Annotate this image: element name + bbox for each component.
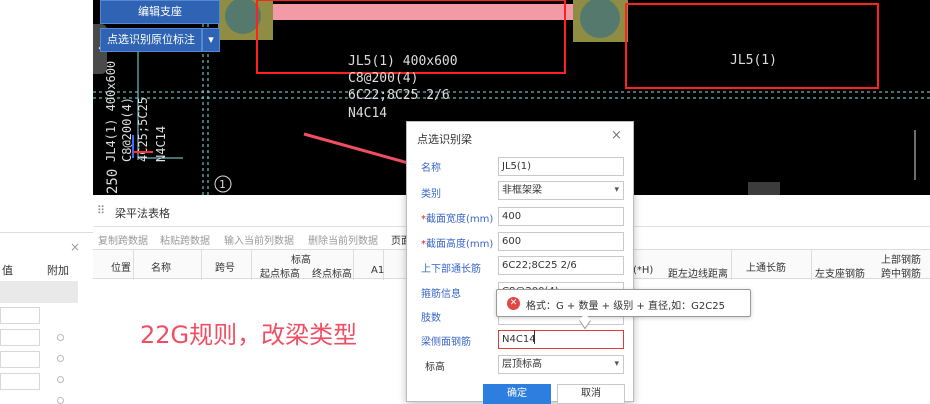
beam-label: JL5(1): [730, 53, 777, 68]
text-cursor: [534, 330, 535, 344]
section-width-input[interactable]: 400: [498, 207, 624, 226]
column-header-value: 值: [2, 264, 13, 277]
panel-title: 梁平法表格: [115, 207, 170, 220]
side-bars-label: N4C14: [348, 106, 387, 121]
col-name: 名称: [151, 263, 171, 274]
stirrup-label-vertical: C8@200(4): [120, 97, 134, 162]
cancel-button[interactable]: 取消: [557, 384, 625, 404]
input-column-button[interactable]: 输入当前列数据: [224, 232, 294, 247]
property-value-input[interactable]: [0, 373, 40, 390]
side-bars-input[interactable]: N4C14: [498, 330, 624, 349]
left-property-panel: × 值 附加: [0, 0, 93, 404]
selected-row[interactable]: [0, 281, 78, 303]
field-label-name: 名称: [421, 163, 441, 174]
paste-span-button[interactable]: 粘贴跨数据: [160, 232, 210, 247]
extra-checkbox[interactable]: [57, 376, 64, 383]
close-icon[interactable]: ×: [611, 128, 622, 143]
col-a1: A1: [371, 265, 385, 276]
col-start-elevation: 起点标高: [260, 269, 300, 280]
close-icon[interactable]: ×: [70, 240, 80, 254]
extra-checkbox[interactable]: [57, 334, 64, 341]
field-label-width: *截面宽度(mm): [421, 214, 494, 225]
col-left-edge-distance: 距左边线距离: [668, 269, 728, 280]
property-value-input[interactable]: [0, 307, 40, 324]
chevron-down-icon[interactable]: ▾: [202, 28, 220, 52]
top-bars-label: 6C22;8C25 2/6: [348, 88, 450, 103]
elevation-select[interactable]: 层顶标高: [498, 355, 624, 374]
property-value-input[interactable]: [0, 329, 40, 346]
col-position: 位置: [111, 263, 131, 274]
property-value-input[interactable]: [0, 351, 40, 368]
side-bars-label-vertical: N4C14: [154, 126, 168, 162]
field-label-stirrup: 箍筋信息: [421, 289, 461, 300]
col-mid-span-rebar: 跨中钢筋: [881, 269, 921, 280]
category-select[interactable]: 非框架梁: [498, 181, 624, 200]
dialog-title: 点选识别梁: [417, 133, 472, 146]
field-label-elevation: 标高: [425, 362, 445, 373]
field-label-height: *截面高度(mm): [421, 239, 494, 250]
copy-span-button[interactable]: 复制跨数据: [98, 232, 148, 247]
point-select-beam-dialog: 点选识别梁 × 名称 JL5(1) 类别 非框架梁 *截面宽度(mm) 400 …: [406, 121, 634, 404]
delete-column-button[interactable]: 删除当前列数据: [308, 232, 378, 247]
beam-label-vertical: JL4(1) 400x600: [104, 61, 118, 162]
panel-divider: [0, 232, 93, 233]
edit-support-button[interactable]: 编辑支座: [100, 0, 220, 24]
selection-frame: [625, 3, 879, 89]
col-top-rebar: 上部钢筋: [881, 255, 921, 266]
name-input[interactable]: JL5(1): [498, 157, 624, 176]
col-bxh: (*H): [633, 265, 654, 276]
canvas-marker: [748, 182, 780, 195]
axis-number: 1: [219, 178, 226, 191]
extra-checkbox[interactable]: [57, 355, 64, 362]
stirrup-label: C8@200(4): [348, 71, 418, 86]
tooltip-text: 格式：G + 数量 + 级别 + 直径,如：G2C25: [526, 301, 725, 312]
beam-highlight: [263, 4, 573, 20]
field-label-legs: 肢数: [421, 313, 441, 324]
field-label-category: 类别: [421, 189, 441, 200]
col-elevation: 标高: [291, 255, 311, 266]
error-icon: ✕: [507, 297, 520, 310]
field-label-through-bars: 上下部通长筋: [421, 264, 481, 275]
col-top-through-bars: 上通长筋: [746, 263, 786, 274]
section-height-input[interactable]: 600: [498, 232, 624, 251]
col-end-elevation: 终点标高: [312, 269, 352, 280]
ok-button[interactable]: 确定: [483, 384, 551, 404]
format-hint-tooltip: ✕ 格式：G + 数量 + 级别 + 直径,如：G2C25: [496, 289, 751, 317]
extra-checkbox[interactable]: [57, 397, 64, 404]
column-header-extra: 附加: [47, 264, 69, 277]
through-bars-input[interactable]: 6C22;8C25 2/6: [498, 256, 624, 275]
dimension-label: 250: [105, 169, 121, 194]
beam-label: JL5(1) 400x600: [348, 54, 458, 69]
col-span: 跨号: [215, 263, 235, 274]
point-select-annotation-button[interactable]: 点选识别原位标注: [100, 28, 202, 52]
col-left-support-rebar: 左支座钢筋: [815, 269, 865, 280]
field-label-side-bars: 梁侧面钢筋: [421, 337, 471, 348]
drag-handle-icon[interactable]: ⠿: [97, 204, 105, 217]
annotation-text: 22G规则，改梁类型: [140, 321, 358, 349]
